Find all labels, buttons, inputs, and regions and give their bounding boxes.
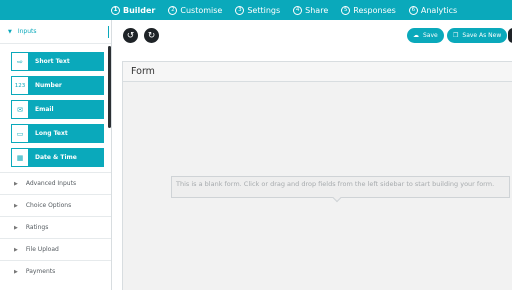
category-label: Advanced Inputs (25, 180, 77, 187)
caret-right-icon: ▶ (14, 202, 18, 209)
step-number: 1 (111, 5, 120, 15)
tab-settings[interactable]: 3 Settings (235, 5, 281, 15)
step-number: 3 (235, 5, 245, 15)
step-nav: 1 Builder 2 Customise 3 Settings 4 Share… (111, 5, 470, 15)
sidebar-scrollbar[interactable] (108, 46, 111, 128)
category-choice-options[interactable]: ▶ Choice Options (0, 194, 111, 216)
tab-builder[interactable]: 1 Builder (111, 5, 156, 15)
field-label: Number (35, 82, 62, 89)
category-label: Payments (25, 268, 56, 275)
hint-text: This is a blank form. Click or drag and … (176, 180, 495, 188)
section-divider (108, 26, 109, 38)
save-as-new-button[interactable]: ❐ Save As New (447, 28, 508, 43)
envelope-icon: ✉ (11, 100, 29, 119)
tab-label: Builder (123, 5, 156, 15)
save-as-new-label: Save As New (462, 32, 502, 39)
copy-icon: ❐ (453, 32, 459, 39)
tab-responses[interactable]: 5 Responses (341, 5, 396, 15)
field-date-time[interactable]: ▦ Date & Time (11, 148, 104, 167)
category-ratings[interactable]: ▶ Ratings (0, 216, 111, 238)
builder-toolbar: ↺ ↻ ☁ Save ❐ Save As New (112, 20, 512, 53)
category-payments[interactable]: ▶ Payments (0, 260, 111, 282)
more-button[interactable] (508, 28, 512, 43)
number-icon: 123 (11, 76, 29, 95)
category-file-upload[interactable]: ▶ File Upload (0, 238, 111, 260)
field-sidebar: ▼ Inputs ⇨ Short Text 123 Number ✉ Email… (0, 20, 112, 290)
category-label: Ratings (25, 224, 49, 231)
field-label: Email (35, 106, 54, 113)
tab-customise[interactable]: 2 Customise (168, 5, 223, 15)
redo-icon: ↻ (147, 30, 156, 41)
tab-label: Analytics (420, 5, 458, 15)
section-title: Inputs (17, 28, 37, 35)
caret-down-icon: ▼ (8, 28, 12, 35)
field-label: Date & Time (35, 154, 77, 161)
category-advanced-inputs[interactable]: ▶ Advanced Inputs (0, 172, 111, 194)
undo-icon: ↺ (126, 30, 135, 41)
tab-analytics[interactable]: 6 Analytics (408, 5, 458, 15)
caret-right-icon: ▶ (14, 224, 18, 231)
undo-button[interactable]: ↺ (123, 28, 138, 43)
tooltip-notch (332, 193, 342, 203)
field-label: Short Text (35, 58, 70, 65)
text-area-icon: ▭ (11, 124, 29, 143)
caret-right-icon: ▶ (14, 180, 18, 187)
field-short-text[interactable]: ⇨ Short Text (11, 52, 104, 71)
save-button[interactable]: ☁ Save (407, 28, 444, 43)
form-canvas[interactable]: Form This is a blank form. Click or drag… (122, 61, 512, 290)
section-inputs-header[interactable]: ▼ Inputs (0, 20, 111, 44)
calendar-icon: ▦ (11, 148, 29, 167)
step-number: 2 (168, 5, 178, 15)
tab-share[interactable]: 4 Share (293, 5, 329, 15)
top-nav-bar: 1 Builder 2 Customise 3 Settings 4 Share… (0, 0, 512, 20)
step-number: 4 (293, 5, 303, 15)
field-number[interactable]: 123 Number (11, 76, 104, 95)
tab-label: Responses (353, 5, 396, 15)
tab-label: Share (305, 5, 329, 15)
field-long-text[interactable]: ▭ Long Text (11, 124, 104, 143)
blank-form-hint: This is a blank form. Click or drag and … (171, 176, 510, 203)
save-label: Save (423, 32, 438, 39)
step-number: 6 (408, 5, 418, 15)
form-title: Form (123, 62, 512, 82)
tab-label: Customise (180, 5, 223, 15)
redo-button[interactable]: ↻ (144, 28, 159, 43)
cloud-upload-icon: ☁ (413, 32, 419, 39)
caret-right-icon: ▶ (14, 268, 18, 275)
step-number: 5 (341, 5, 351, 15)
arrow-right-icon: ⇨ (11, 52, 29, 71)
category-label: Choice Options (25, 202, 72, 209)
field-email[interactable]: ✉ Email (11, 100, 104, 119)
field-label: Long Text (35, 130, 68, 137)
caret-right-icon: ▶ (14, 246, 18, 253)
category-label: File Upload (25, 246, 59, 253)
tab-label: Settings (247, 5, 281, 15)
